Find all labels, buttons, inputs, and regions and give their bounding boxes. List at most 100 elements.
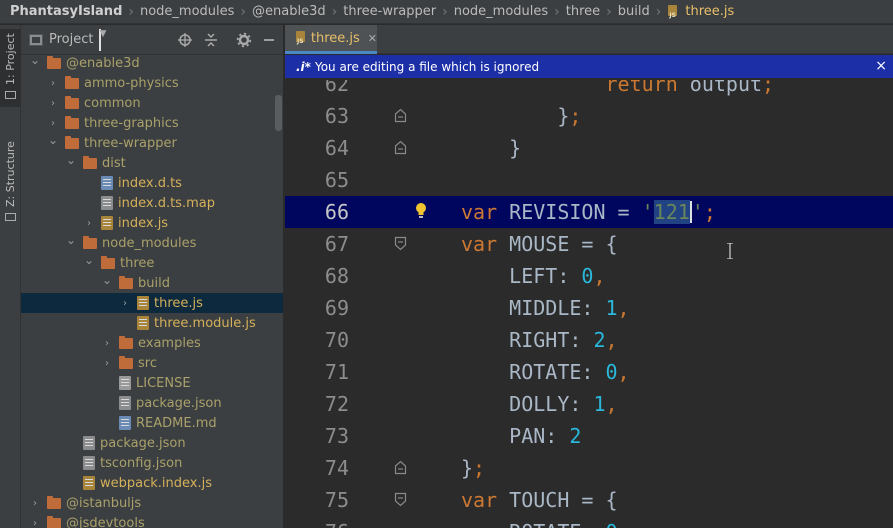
breadcrumb-item[interactable]: three <box>566 4 600 19</box>
project-view-selector[interactable]: Project <box>49 32 93 47</box>
breadcrumb-item[interactable]: build <box>618 4 650 19</box>
tree-item[interactable]: › @istanbuljs <box>21 493 283 513</box>
close-icon[interactable]: ✕ <box>368 32 377 45</box>
tree-item[interactable]: LICENSE <box>21 373 283 393</box>
line-number[interactable]: 74 <box>285 452 349 484</box>
tree-item[interactable]: webpack.index.js <box>21 473 283 493</box>
chevron-right-icon[interactable]: › <box>47 98 59 109</box>
code-text[interactable]: } <box>461 132 521 164</box>
tree-item[interactable]: README.md <box>21 413 283 433</box>
tree-item[interactable]: › three-graphics <box>21 113 283 133</box>
tree-item[interactable]: ⌄ three <box>21 253 283 273</box>
code-text[interactable]: PAN: 2 <box>461 420 581 452</box>
tab-three-js[interactable]: three.js ✕ <box>285 25 377 54</box>
tree-item[interactable]: › ammo-physics <box>21 73 283 93</box>
tree-item[interactable]: › common <box>21 93 283 113</box>
code-text[interactable]: }; <box>461 100 581 132</box>
tree-item[interactable]: ⌄ dist <box>21 153 283 173</box>
structure-tool-tab[interactable]: Z: Structure <box>0 137 21 227</box>
fold-end-icon[interactable] <box>394 140 407 155</box>
fold-end-icon[interactable] <box>394 460 407 475</box>
breadcrumb-item[interactable]: PhantasyIsland <box>10 4 122 19</box>
code-text[interactable]: var REVISION = '121 '; <box>461 196 716 228</box>
chevron-right-icon[interactable]: › <box>47 118 59 129</box>
collapse-all-icon[interactable] <box>203 32 219 48</box>
tree-item[interactable]: › three.js <box>21 293 283 313</box>
code-line[interactable]: 69 MIDDLE: 1, <box>285 292 893 324</box>
line-number[interactable]: 75 <box>285 484 349 516</box>
tree-item[interactable]: › examples <box>21 333 283 353</box>
chevron-down-icon[interactable]: ⌄ <box>65 153 77 167</box>
line-number[interactable]: 64 <box>285 132 349 164</box>
code-line[interactable]: 76 ROTATE: 0 <box>285 516 893 528</box>
chevron-right-icon[interactable]: › <box>29 518 41 528</box>
code-text[interactable]: return output; <box>461 80 775 100</box>
tree-item[interactable]: tsconfig.json <box>21 453 283 473</box>
line-number[interactable]: 70 <box>285 324 349 356</box>
code-line[interactable]: 70 RIGHT: 2, <box>285 324 893 356</box>
code-text[interactable]: var MOUSE = { <box>461 228 618 260</box>
breadcrumb-item[interactable]: three-wrapper <box>343 4 436 19</box>
hide-panel-icon[interactable] <box>261 32 277 48</box>
chevron-right-icon[interactable]: › <box>101 358 113 369</box>
line-number[interactable]: 69 <box>285 292 349 324</box>
code-text[interactable]: LEFT: 0, <box>461 260 605 292</box>
code-line[interactable]: 75 var TOUCH = { <box>285 484 893 516</box>
tree-item[interactable]: index.d.ts <box>21 173 283 193</box>
code-line[interactable]: 65 <box>285 164 893 196</box>
code-line[interactable]: 73 PAN: 2 <box>285 420 893 452</box>
tree-item[interactable]: ⌄ build <box>21 273 283 293</box>
tree-item[interactable]: ⌄ node_modules <box>21 233 283 253</box>
code-line[interactable]: 67 var MOUSE = { <box>285 228 893 260</box>
line-number[interactable]: 76 <box>285 516 349 528</box>
code-text[interactable]: ROTATE: 0, <box>461 356 629 388</box>
gear-icon[interactable] <box>236 32 252 48</box>
line-number[interactable]: 63 <box>285 100 349 132</box>
code-editor[interactable]: 62 return output; 63 }; 64 } 65 66 var REVISI… <box>285 80 893 528</box>
tree-item[interactable]: three.module.js <box>21 313 283 333</box>
breadcrumb-item[interactable]: node_modules <box>140 4 234 19</box>
code-line[interactable]: 68 LEFT: 0, <box>285 260 893 292</box>
chevron-down-icon[interactable]: ▼ <box>99 28 106 51</box>
line-number[interactable]: 62 <box>285 80 349 100</box>
breadcrumb-item[interactable]: three.js <box>685 4 734 19</box>
chevron-down-icon[interactable]: ⌄ <box>65 233 77 247</box>
code-line[interactable]: 71 ROTATE: 0, <box>285 356 893 388</box>
code-line[interactable]: 74}; <box>285 452 893 484</box>
breadcrumb-item[interactable]: @enable3d <box>252 4 326 19</box>
code-line[interactable]: 63 }; <box>285 100 893 132</box>
fold-end-icon[interactable] <box>394 108 407 123</box>
breadcrumb-item[interactable]: node_modules <box>454 4 548 19</box>
chevron-down-icon[interactable]: ⌄ <box>47 133 59 147</box>
tree-item[interactable]: › @jsdevtools <box>21 513 283 528</box>
code-line[interactable]: 66 var REVISION = '121 '; <box>285 196 893 228</box>
project-scrollbar[interactable] <box>275 95 282 131</box>
tree-item[interactable]: › src <box>21 353 283 373</box>
tree-item[interactable]: index.d.ts.map <box>21 193 283 213</box>
lightbulb-icon[interactable] <box>414 201 428 221</box>
code-text[interactable]: DOLLY: 1, <box>461 388 617 420</box>
tree-item[interactable]: package.json <box>21 433 283 453</box>
code-text[interactable]: }; <box>461 452 485 484</box>
chevron-right-icon[interactable]: › <box>83 218 95 229</box>
line-number[interactable]: 71 <box>285 356 349 388</box>
close-icon[interactable]: × <box>875 58 887 74</box>
line-number[interactable]: 73 <box>285 420 349 452</box>
tree-item[interactable]: ⌄ three-wrapper <box>21 133 283 153</box>
locate-file-icon[interactable] <box>177 32 193 48</box>
tree-item[interactable]: › index.js <box>21 213 283 233</box>
code-text[interactable]: MIDDLE: 1, <box>461 292 629 324</box>
chevron-right-icon[interactable]: › <box>101 338 113 349</box>
chevron-right-icon[interactable]: › <box>29 498 41 509</box>
line-number[interactable]: 68 <box>285 260 349 292</box>
chevron-down-icon[interactable]: ⌄ <box>83 253 95 267</box>
project-tool-tab[interactable]: 1: Project <box>0 29 21 107</box>
chevron-right-icon[interactable]: › <box>47 78 59 89</box>
code-text[interactable]: ROTATE: 0 <box>461 516 617 528</box>
fold-collapse-icon[interactable] <box>394 492 407 507</box>
chevron-right-icon[interactable]: › <box>119 298 131 309</box>
code-line[interactable]: 72 DOLLY: 1, <box>285 388 893 420</box>
code-text[interactable]: RIGHT: 2, <box>461 324 617 356</box>
code-line[interactable]: 62 return output; <box>285 80 893 100</box>
line-number[interactable]: 67 <box>285 228 349 260</box>
